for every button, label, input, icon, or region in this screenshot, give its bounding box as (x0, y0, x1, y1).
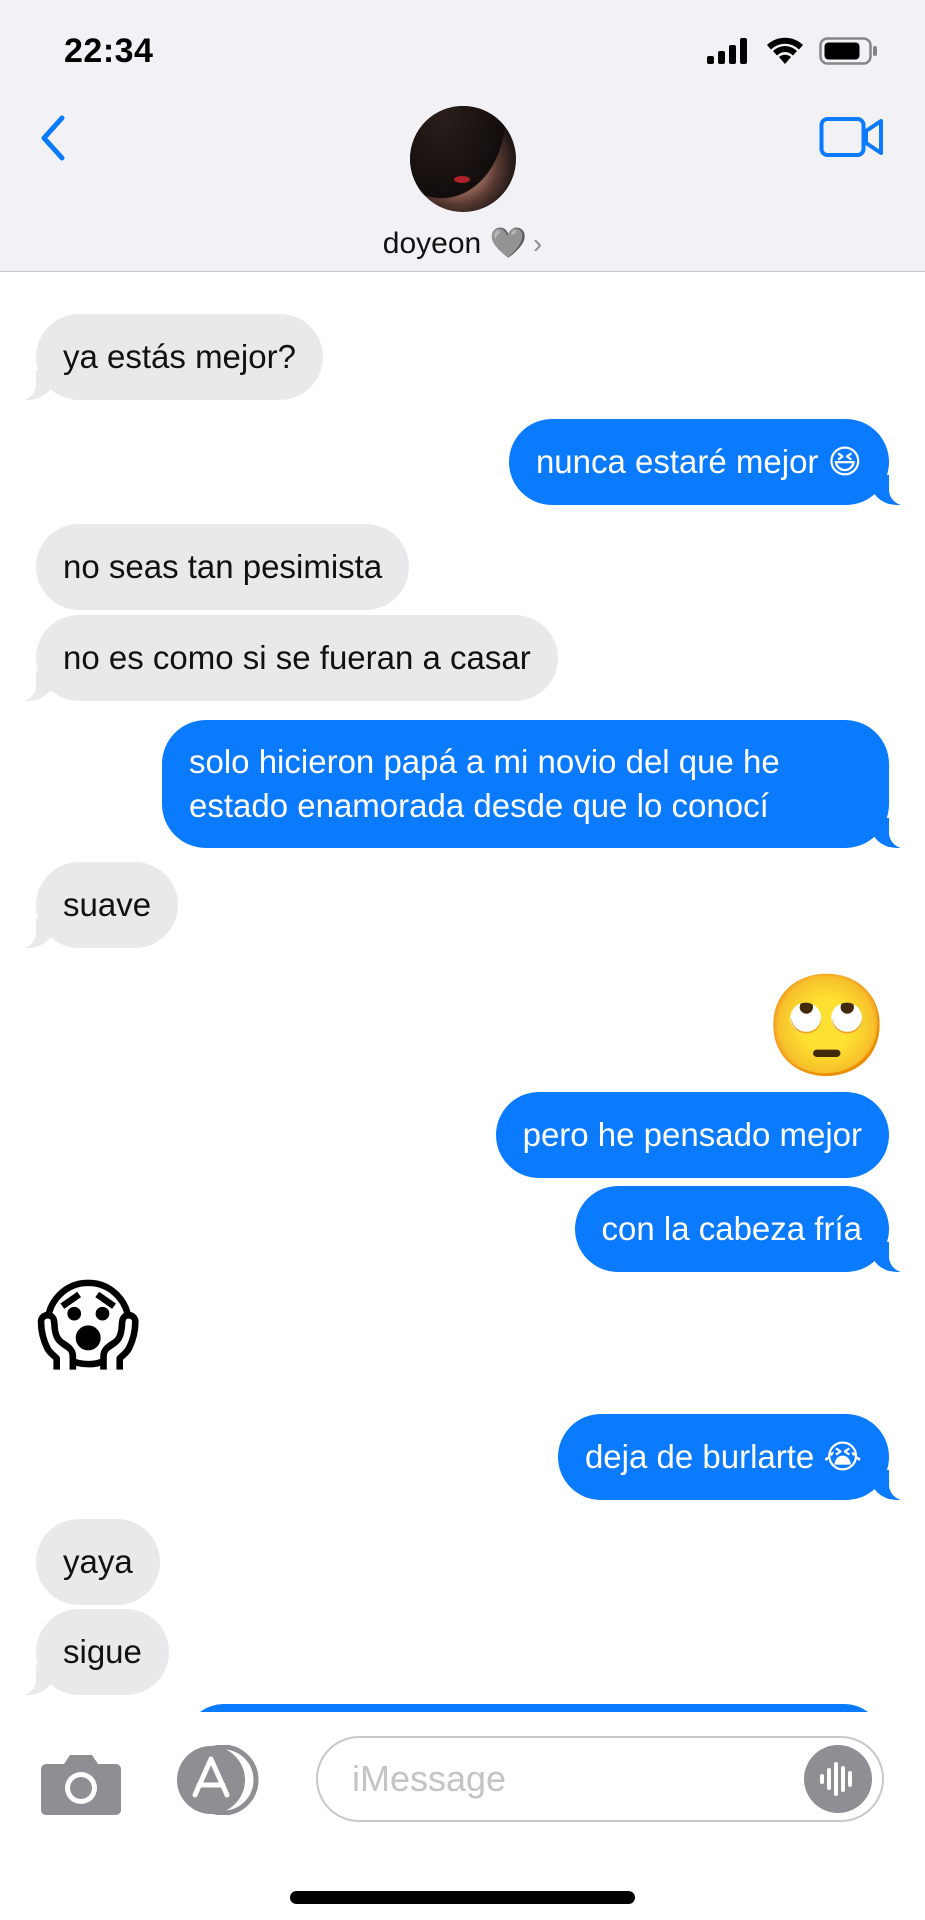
imessage-placeholder: iMessage (352, 1758, 507, 1799)
outgoing-message-bubble[interactable]: pero he pensado mejor (495, 1092, 889, 1178)
home-indicator (290, 1891, 635, 1904)
incoming-message-bubble[interactable]: no seas tan pesimista (36, 524, 410, 610)
app-store-icon[interactable] (173, 1745, 265, 1815)
imessage-input[interactable]: iMessage (316, 1736, 884, 1822)
battery-icon (819, 37, 877, 65)
wifi-icon (767, 37, 803, 64)
incoming-message-bubble[interactable]: suave (7, 862, 179, 949)
contact-name: doyeon 🩶 (382, 227, 527, 260)
contact-avatar[interactable] (410, 106, 516, 212)
status-icons (707, 36, 879, 66)
incoming-message-bubble[interactable]: sigue (8, 1609, 169, 1696)
audio-waveform-button[interactable] (804, 1745, 872, 1813)
outgoing-message-bubble-partial[interactable] (184, 1704, 884, 1712)
cellular-signal-icon (707, 38, 747, 64)
outgoing-message-bubble[interactable]: nunca estaré mejor 😆 (508, 419, 918, 506)
incoming-message-bubble[interactable]: yaya (36, 1519, 160, 1605)
composer-bar: iMessage (0, 1712, 925, 1920)
outgoing-message-bubble[interactable]: deja de burlarte 😭 (557, 1414, 918, 1501)
incoming-message-bubble[interactable]: ya estás mejor? (8, 314, 323, 401)
chevron-right-icon: › (532, 228, 543, 259)
incoming-emoji-message[interactable]: 😱 (36, 1268, 140, 1384)
outgoing-message-bubble[interactable]: con la cabeza fría (574, 1186, 917, 1273)
outgoing-emoji-message[interactable]: 🙄 (764, 968, 889, 1084)
conversation-header: 22:34 doyeon 🩶 › (0, 0, 925, 272)
video-camera-icon[interactable] (819, 114, 885, 160)
incoming-message-bubble[interactable]: no es como si se fueran a casar (8, 615, 558, 702)
status-time: 22:34 (64, 32, 154, 70)
camera-icon[interactable] (40, 1750, 122, 1816)
outgoing-message-bubble[interactable]: solo hicieron papá a mi novio del que he… (162, 720, 917, 849)
back-chevron-icon[interactable] (34, 112, 74, 164)
audio-waveform-icon (820, 1762, 852, 1796)
message-thread[interactable]: ya estás mejor? nunca estaré mejor 😆 no … (0, 272, 925, 1712)
contact-name-button[interactable]: doyeon 🩶 › (0, 226, 925, 261)
